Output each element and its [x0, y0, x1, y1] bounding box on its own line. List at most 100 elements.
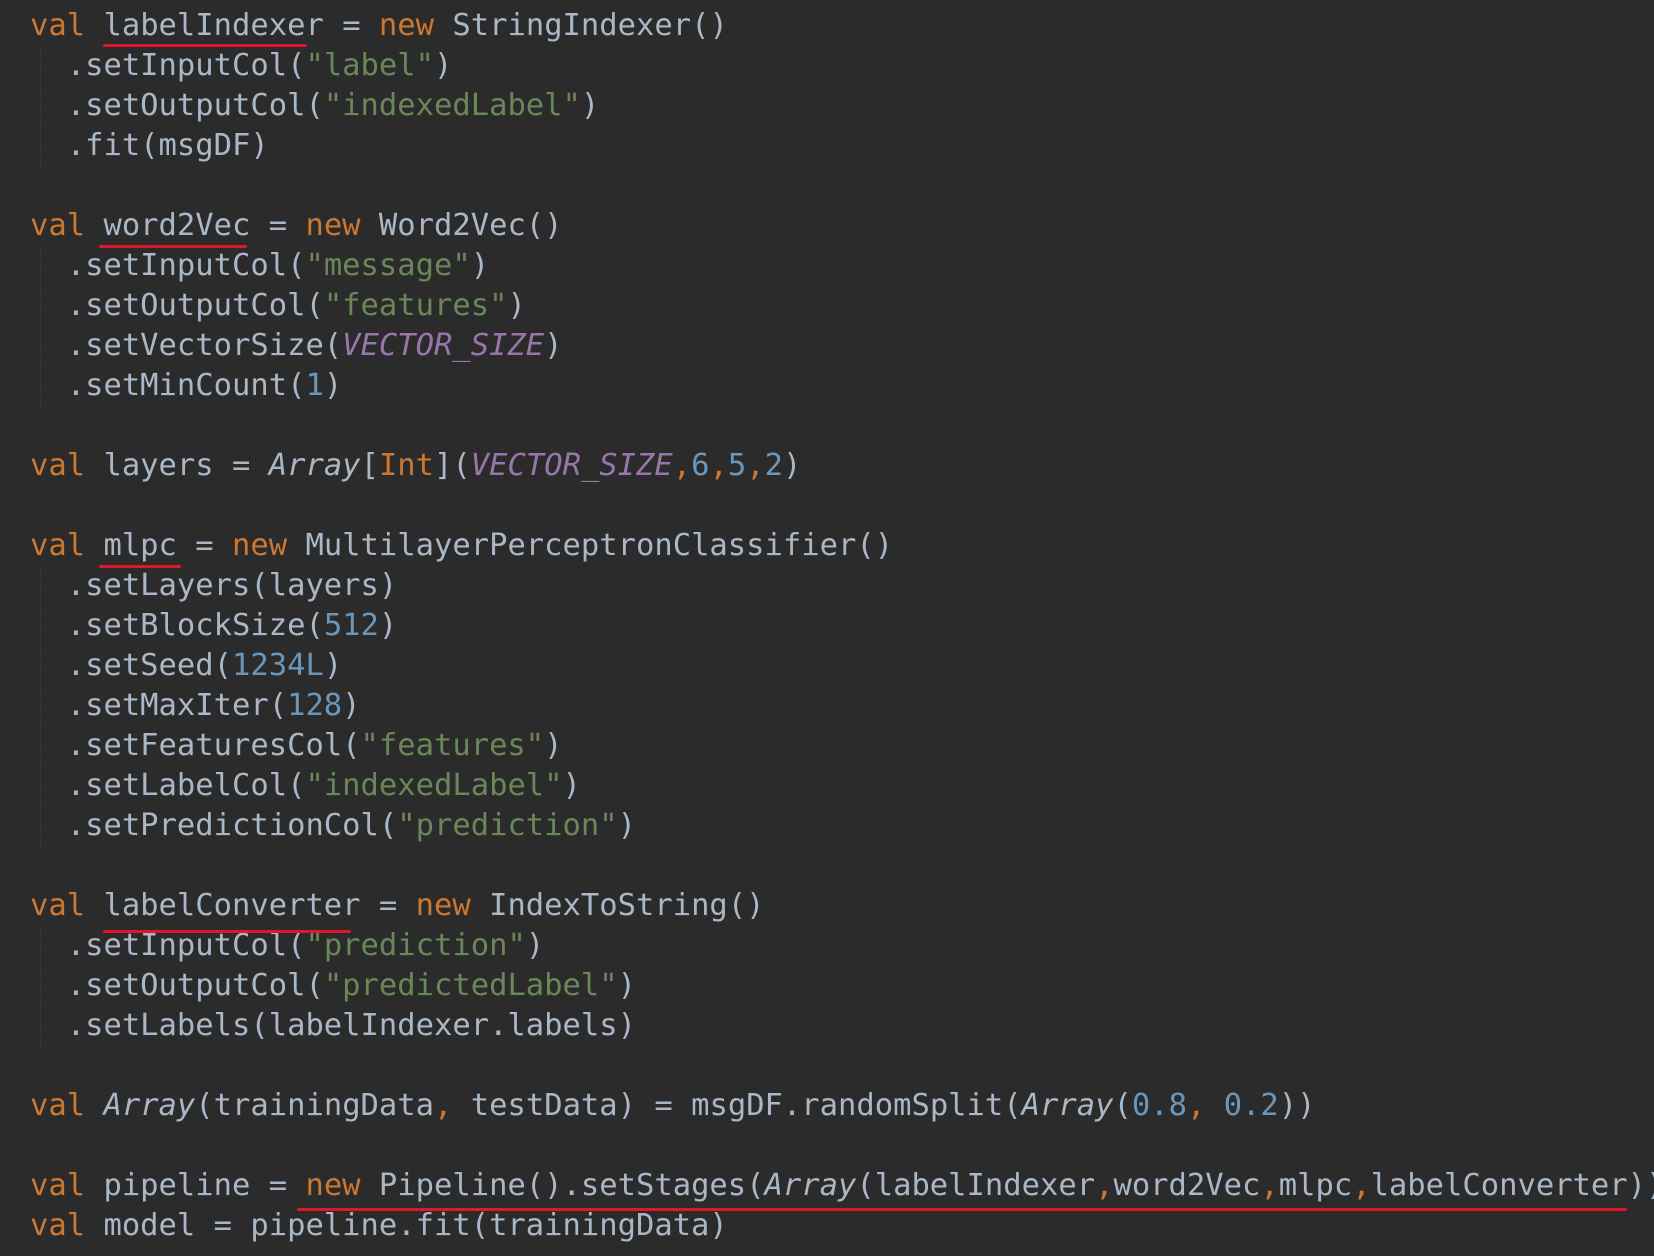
code-token: "features"	[360, 728, 545, 763]
code-token: .setInputCol(	[30, 48, 306, 83]
code-token: .setLabelCol(	[30, 768, 306, 803]
code-token: )	[507, 288, 526, 323]
red-underline-pipeline-stages	[297, 1208, 1627, 1211]
code-line[interactable]: val word2Vec = new Word2Vec()	[30, 206, 563, 246]
code-token: new	[378, 8, 435, 43]
code-token: .setMinCount(	[30, 368, 306, 403]
code-token: ))	[1278, 1088, 1316, 1123]
code-line[interactable]: .setLabelCol("indexedLabel")	[30, 766, 581, 806]
code-line[interactable]: .setFeaturesCol("features")	[30, 726, 563, 766]
code-line[interactable]: val Array(trainingData, testData) = msgD…	[30, 1086, 1316, 1126]
code-token: )	[434, 48, 453, 83]
code-token: .setVectorSize(	[30, 328, 343, 363]
code-line[interactable]: val labelConverter = new IndexToString()	[30, 886, 765, 926]
code-line[interactable]: .setVectorSize(VECTOR_SIZE)	[30, 326, 563, 366]
code-token: 512	[323, 608, 379, 643]
code-token: )	[617, 808, 636, 843]
code-token: (	[1113, 1088, 1132, 1123]
code-token: ,	[1186, 1088, 1206, 1123]
code-token: .setBlockSize(	[30, 608, 324, 643]
code-token: labelConverter))	[1370, 1168, 1654, 1203]
code-token: new	[415, 888, 471, 923]
code-line[interactable]: .setMinCount(1)	[30, 366, 342, 406]
code-token: pipeline =	[85, 1168, 306, 1203]
code-line[interactable]: .setLayers(layers)	[30, 566, 398, 606]
code-token: .fit(msgDF)	[30, 128, 269, 163]
code-token: "prediction"	[397, 808, 618, 843]
code-token: ](	[434, 448, 471, 483]
code-line[interactable]: .setInputCol("label")	[30, 46, 453, 86]
code-line[interactable]: val pipeline = new Pipeline().setStages(…	[30, 1166, 1654, 1206]
code-token: val	[30, 1088, 86, 1123]
code-line[interactable]: val labelIndexer = new StringIndexer()	[30, 6, 728, 46]
code-token: MultilayerPerceptronClassifier()	[287, 528, 894, 563]
code-token: )	[562, 768, 581, 803]
code-line[interactable]: .setOutputCol("predictedLabel")	[30, 966, 636, 1006]
code-token: 6	[691, 448, 710, 483]
code-token: ,	[709, 448, 728, 483]
red-underline-labelIndexer	[103, 44, 307, 47]
code-token: .setLabels(labelIndexer.labels)	[30, 1008, 636, 1043]
code-token: mlpc	[1278, 1168, 1353, 1203]
code-token: )	[783, 448, 802, 483]
code-token: new	[232, 528, 288, 563]
code-line[interactable]: .setOutputCol("indexedLabel")	[30, 86, 600, 126]
code-editor[interactable]: val labelIndexer = new StringIndexer() .…	[0, 0, 1654, 1256]
code-token: Array	[1021, 1088, 1114, 1123]
code-token: ,	[672, 448, 692, 483]
code-token: (labelIndexer	[856, 1168, 1096, 1203]
red-underline-word2Vec	[99, 245, 247, 248]
code-token: word2Vec =	[85, 208, 306, 243]
code-token: Pipeline().setStages(	[360, 1168, 765, 1203]
code-token: mlpc =	[85, 528, 232, 563]
code-token: labelIndexer	[103, 8, 324, 43]
code-token: "prediction"	[305, 928, 526, 963]
code-token: val	[30, 888, 86, 923]
code-token: 2	[764, 448, 784, 483]
code-token: val	[30, 448, 86, 483]
code-line[interactable]: .fit(msgDF)	[30, 126, 269, 166]
code-line[interactable]: .setLabels(labelIndexer.labels)	[30, 1006, 636, 1046]
code-token: VECTOR_SIZE	[470, 448, 673, 483]
code-token: Int	[378, 448, 435, 483]
code-line[interactable]: val model = pipeline.fit(trainingData)	[30, 1206, 728, 1246]
code-token: model = pipeline.fit(trainingData)	[85, 1208, 728, 1243]
code-token: =	[323, 8, 379, 43]
code-line[interactable]: val mlpc = new MultilayerPerceptronClass…	[30, 526, 893, 566]
code-token: )	[544, 328, 563, 363]
code-token: )	[378, 608, 398, 643]
code-token: ,	[1352, 1168, 1371, 1203]
code-token: ,	[1260, 1168, 1279, 1203]
code-token: testData) = msgDF.randomSplit(	[452, 1088, 1022, 1123]
code-line[interactable]: .setBlockSize(512)	[30, 606, 398, 646]
code-token: new	[305, 1168, 361, 1203]
code-token: 0.2	[1223, 1088, 1279, 1123]
code-token: labelConverter =	[85, 888, 416, 923]
code-token: val	[30, 1208, 86, 1243]
code-token: 5	[727, 448, 747, 483]
code-token: "indexedLabel"	[323, 88, 581, 123]
code-token: Array	[764, 1168, 857, 1203]
code-line[interactable]: .setPredictionCol("prediction")	[30, 806, 636, 846]
code-token: Array	[103, 1088, 196, 1123]
code-token: 1234L	[232, 648, 324, 683]
code-line[interactable]: val layers = Array[Int](VECTOR_SIZE,6,5,…	[30, 446, 801, 486]
code-token: )	[544, 728, 563, 763]
code-token: val	[30, 1168, 86, 1203]
code-line[interactable]: .setSeed(1234L)	[30, 646, 342, 686]
code-token: .setOutputCol(	[30, 88, 324, 123]
code-token: 0.8	[1131, 1088, 1187, 1123]
code-line[interactable]: .setInputCol("message")	[30, 246, 489, 286]
code-token: )	[525, 928, 545, 963]
code-token: 128	[287, 688, 343, 723]
code-token: ,	[1095, 1168, 1114, 1203]
code-token: val	[30, 528, 86, 563]
code-token: IndexToString()	[470, 888, 765, 923]
code-line[interactable]: .setMaxIter(128)	[30, 686, 361, 726]
code-line[interactable]: .setOutputCol("features")	[30, 286, 526, 326]
code-token: )	[323, 368, 343, 403]
code-token: )	[342, 688, 361, 723]
code-token: .setInputCol(	[30, 928, 306, 963]
